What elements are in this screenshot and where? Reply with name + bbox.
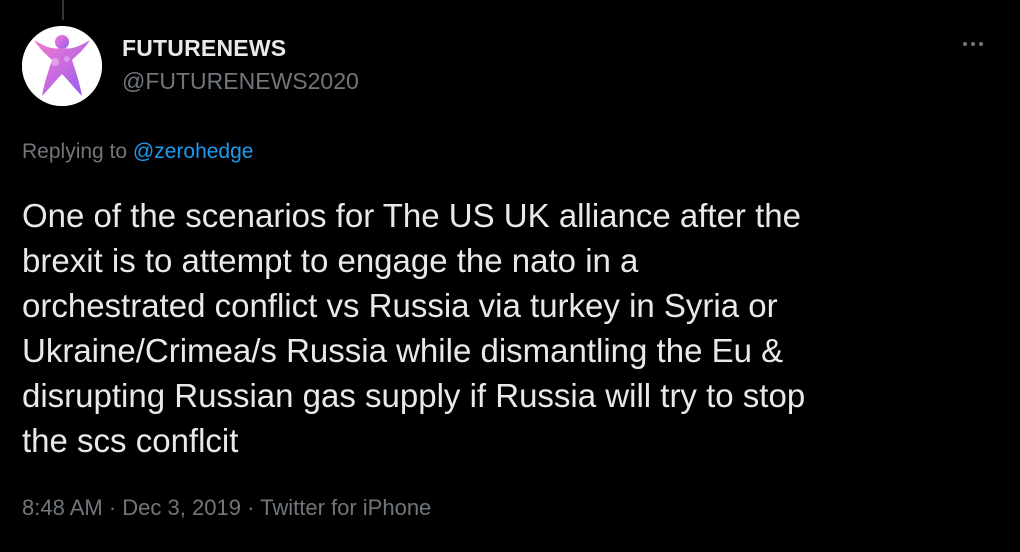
reply-mention-link[interactable]: @zerohedge: [133, 140, 254, 163]
more-options-icon: [963, 42, 967, 46]
more-options-button[interactable]: [956, 32, 990, 56]
tweet-metadata: 8:48 AM · Dec 3, 2019 · Twitter for iPho…: [22, 495, 431, 521]
meta-separator: ·: [247, 495, 255, 520]
avatar[interactable]: [22, 26, 102, 106]
author-handle[interactable]: @FUTURENEWS2020: [122, 68, 359, 95]
tweet-text: One of the scenarios for The US UK allia…: [22, 197, 806, 459]
replying-to-line: Replying to @zerohedge: [22, 140, 253, 164]
more-options-icon-dot: [979, 42, 983, 46]
avatar-logo-icon: [22, 26, 102, 106]
more-options-icon-dot: [971, 42, 975, 46]
meta-separator: ·: [108, 495, 117, 520]
thread-connector-line: [62, 0, 64, 20]
author-display-name[interactable]: FUTURENEWS: [122, 35, 286, 62]
tweet-date[interactable]: Dec 3, 2019: [122, 495, 241, 520]
replying-to-label: Replying to: [22, 140, 133, 163]
tweet-source: Twitter for iPhone: [260, 495, 432, 520]
tweet-time[interactable]: 8:48 AM: [22, 495, 103, 520]
